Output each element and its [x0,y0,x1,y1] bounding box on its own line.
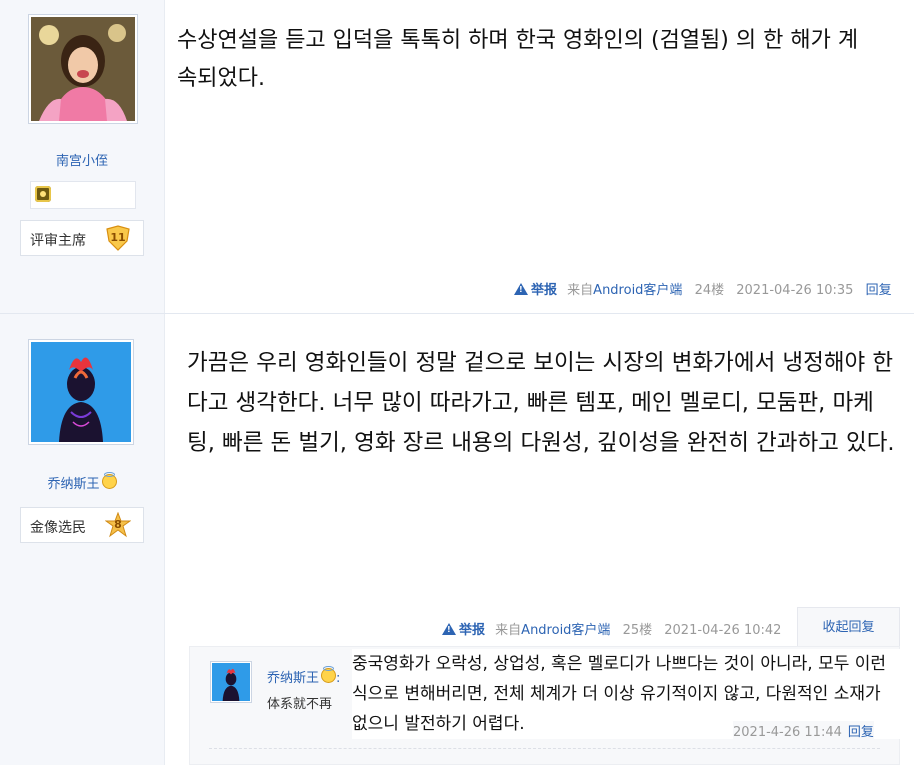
post-time: 2021-04-26 10:35 [736,283,854,298]
sub-reply-username[interactable]: 乔纳斯王: [267,666,340,686]
username[interactable]: 乔纳斯王 [0,472,164,492]
rank-label: 评审主席 [30,233,86,249]
post-24: 南宫小侄 评审主席 11 수상연설을 듣고 입덕을 톡톡히 하며 한국 영화인의… [0,0,914,313]
avatar-image [31,342,131,442]
avatar[interactable] [28,14,138,124]
post-meta: 举报 来自Android客户端 24楼 2021-04-26 10:35 回复 [514,279,892,298]
client-source: 来自Android客户端 [495,623,611,638]
sub-reply-separator [209,748,880,749]
floor-number: 24楼 [694,283,725,298]
username[interactable]: 南宫小侄 [0,150,164,169]
warning-icon [442,623,456,635]
medal-icon[interactable] [35,186,51,202]
floor-number: 25楼 [622,623,653,638]
warning-icon [514,283,528,295]
rank-shield-icon: 11 [105,225,131,251]
halo-icon [101,472,117,489]
report-button[interactable]: 举报 [442,623,485,638]
post-meta: 举报 来自Android客户端 25楼 2021-04-26 10:42 [442,619,789,638]
rank-level: 8 [114,518,122,531]
sub-reply-text: 体系就不再 [267,697,333,712]
rank-label: 金像选民 [30,520,86,536]
client-link[interactable]: Android客户端 [593,283,682,298]
reply-button[interactable]: 回复 [866,283,892,298]
post-content: 가끔은 우리 영화인들이 정말 겉으로 보이는 시장의 변화가에서 냉정해야 한… [187,350,895,456]
sub-reply-button[interactable]: 回复 [848,725,874,740]
client-source: 来自Android客户端 [567,283,683,298]
member-rank[interactable]: 金像选民 8 [20,507,144,543]
halo-icon [321,666,337,683]
sub-reply-time: 2021-4-26 11:44 [733,725,842,740]
rank-level: 11 [110,231,126,244]
sub-reply-avatar[interactable] [210,661,252,703]
collapse-replies-button[interactable]: 收起回复 [797,607,900,647]
post-time: 2021-04-26 10:42 [664,623,782,638]
avatar-image [31,17,135,121]
medal-bar [30,181,136,209]
report-button[interactable]: 举报 [514,283,557,298]
member-rank[interactable]: 评审主席 11 [20,220,144,256]
client-link[interactable]: Android客户端 [521,623,610,638]
rank-star-icon: 8 [104,511,132,538]
sub-reply-meta: 2021-4-26 11:44 回复 [733,721,874,740]
avatar[interactable] [28,339,134,445]
post-content: 수상연설을 듣고 입덕을 톡톡히 하며 한국 영화인의 (검열됨) 의 한 해가… [177,28,859,91]
